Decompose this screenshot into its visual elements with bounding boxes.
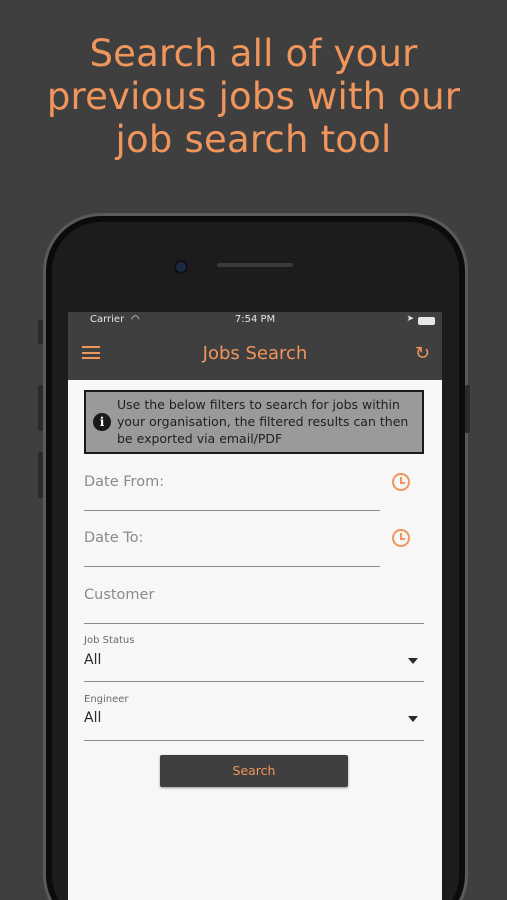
headline-line-2: previous jobs with our — [46, 75, 461, 118]
promo-headline: Search all of your previous jobs with ou… — [0, 32, 507, 161]
engineer-select[interactable]: All — [84, 710, 101, 726]
customer-field[interactable]: Customer — [84, 587, 424, 625]
info-icon: i — [93, 413, 111, 431]
date-from-placeholder: Date From: — [84, 474, 165, 490]
status-time: 7:54 PM — [234, 314, 276, 325]
job-status-underline — [84, 681, 424, 682]
search-button[interactable]: Search — [160, 755, 348, 787]
location-icon: ➤ — [406, 314, 414, 324]
job-status-chevron-down-icon[interactable] — [408, 658, 418, 664]
customer-placeholder: Customer — [84, 587, 155, 603]
phone-power-button — [465, 385, 470, 433]
job-status-select[interactable]: All — [84, 652, 101, 668]
status-bar: Carrier ◠ 7:54 PM ➤ — [68, 312, 442, 330]
phone-mute-switch — [38, 320, 43, 344]
phone-volume-down — [38, 452, 43, 498]
refresh-icon[interactable]: ↻ — [415, 343, 430, 364]
job-status-label: Job Status — [84, 635, 135, 646]
date-from-field[interactable]: Date From: — [84, 474, 380, 512]
battery-icon — [418, 317, 435, 325]
app-screen: Carrier ◠ 7:54 PM ➤ Jobs Search ↻ i Use … — [68, 312, 442, 900]
date-to-placeholder: Date To: — [84, 530, 144, 546]
engineer-underline — [84, 740, 424, 741]
date-to-field[interactable]: Date To: — [84, 530, 380, 568]
headline-line-1: Search all of your — [89, 32, 418, 75]
front-camera — [176, 262, 186, 272]
date-from-underline — [84, 510, 380, 511]
headline-line-3: job search tool — [115, 118, 392, 161]
phone-volume-up — [38, 385, 43, 431]
page-title: Jobs Search — [202, 343, 308, 364]
date-from-clock-icon[interactable] — [392, 473, 410, 491]
info-banner: i Use the below filters to search for jo… — [84, 390, 424, 454]
date-to-underline — [84, 566, 380, 567]
nav-bar: Jobs Search ↻ — [68, 330, 442, 380]
engineer-chevron-down-icon[interactable] — [408, 716, 418, 722]
customer-underline — [84, 623, 424, 624]
date-to-clock-icon[interactable] — [392, 529, 410, 547]
earpiece-speaker — [217, 263, 293, 267]
info-text: Use the below filters to search for jobs… — [117, 397, 409, 446]
engineer-label: Engineer — [84, 694, 129, 705]
